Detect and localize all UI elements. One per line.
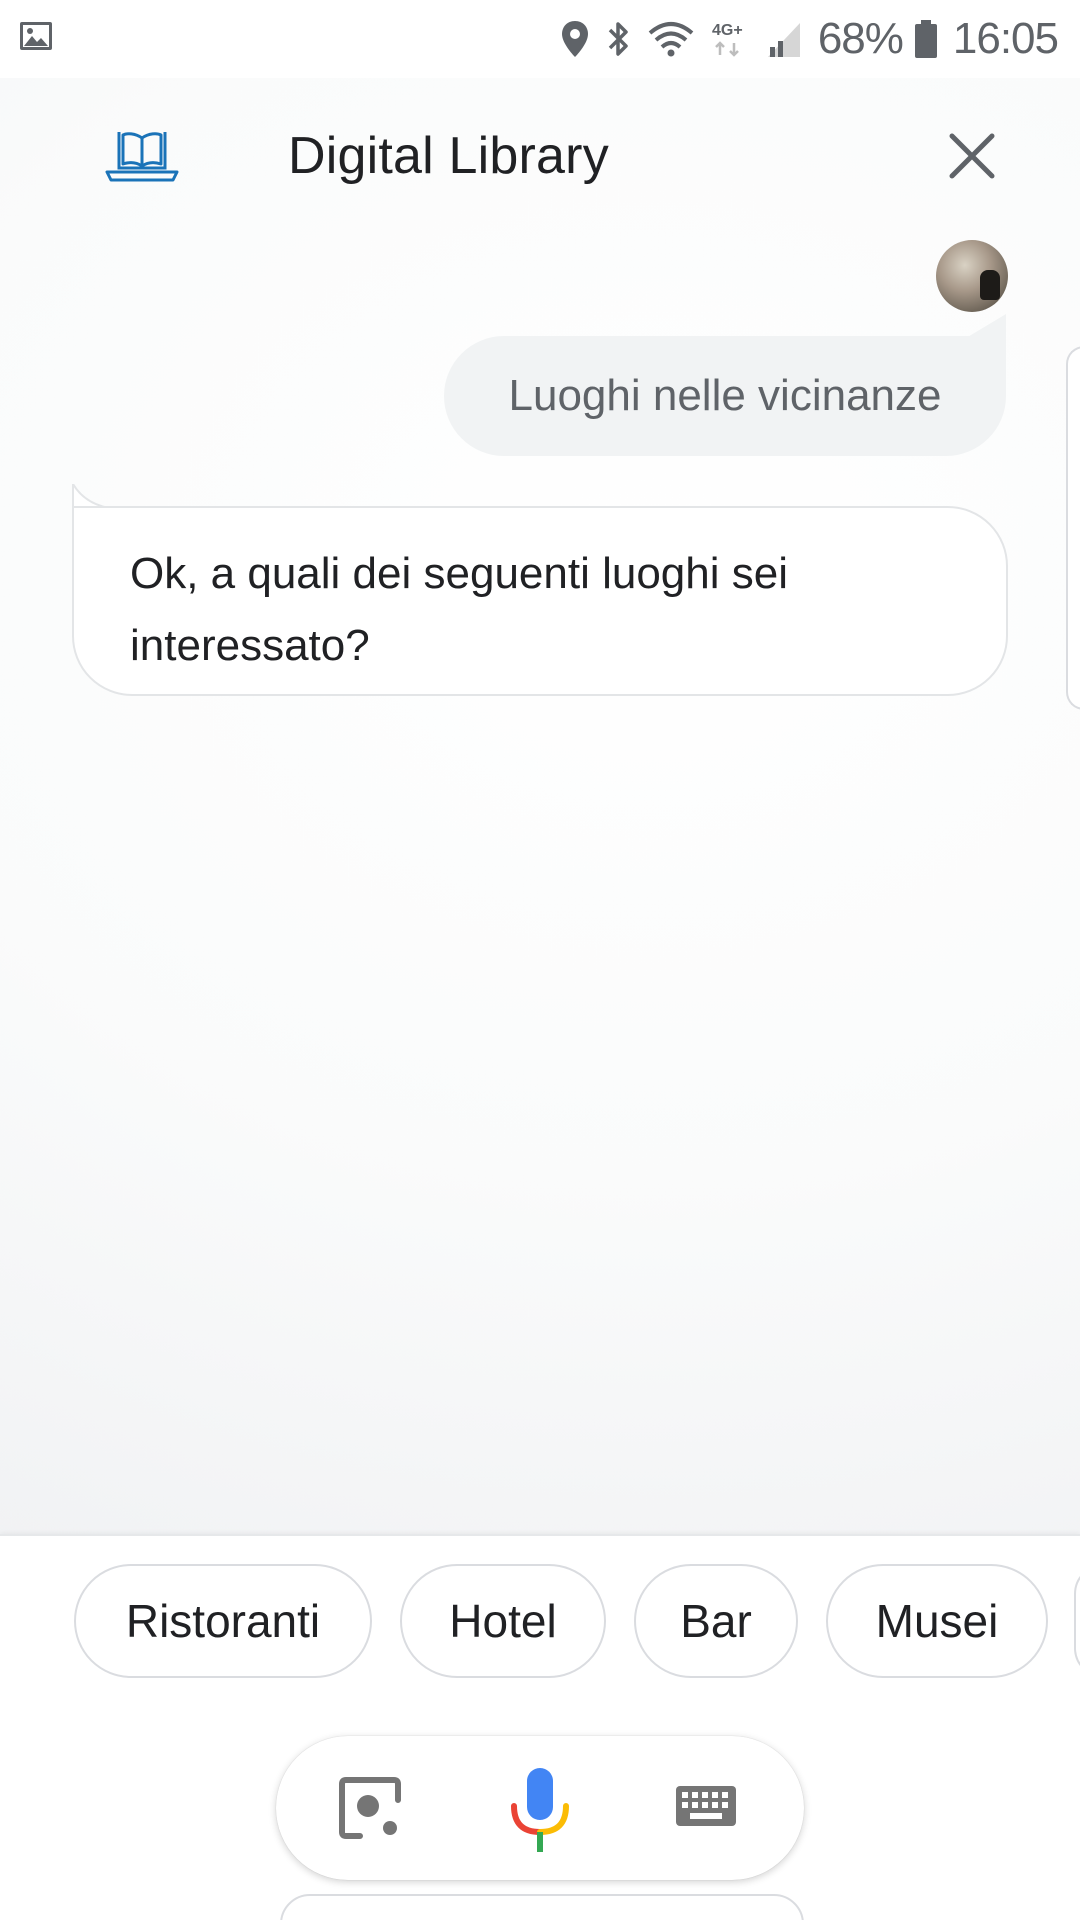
user-bubble-tail <box>966 314 1006 338</box>
suggestion-chip-hotel[interactable]: Hotel <box>400 1564 606 1678</box>
user-avatar <box>936 240 1008 312</box>
microphone-button[interactable] <box>508 1766 572 1854</box>
assistant-message-bubble: Ok, a quali dei seguenti luoghi sei inte… <box>72 506 1008 696</box>
book-laptop-icon <box>105 132 179 182</box>
lens-icon <box>339 1777 401 1839</box>
app-header: Digital Library <box>0 78 1080 238</box>
user-message-bubble: Luoghi nelle vicinanze <box>444 314 1006 456</box>
keyboard-button[interactable] <box>674 1782 738 1830</box>
keyboard-icon <box>676 1786 736 1826</box>
microphone-icon <box>511 1768 569 1852</box>
lens-button[interactable] <box>338 1776 402 1840</box>
suggestion-chip-ristoranti[interactable]: Ristoranti <box>74 1564 372 1678</box>
assistant-input-bar <box>276 1736 804 1880</box>
battery-percentage: 68% <box>817 14 904 63</box>
location-icon <box>561 21 588 57</box>
gallery-icon <box>20 22 52 50</box>
suggestion-chip-bar[interactable]: Bar <box>634 1564 798 1678</box>
network-4g-icon: 4G+ <box>712 22 743 57</box>
suggestion-chip-musei[interactable]: Musei <box>826 1564 1048 1678</box>
bluetooth-icon <box>608 22 628 56</box>
app-title: Digital Library <box>288 127 609 185</box>
close-button[interactable] <box>944 128 1000 184</box>
assistant-message-text: Ok, a quali dei seguenti luoghi sei inte… <box>130 549 788 670</box>
user-message-text: Luoghi nelle vicinanze <box>508 371 942 420</box>
network-type-label: 4G+ <box>712 22 743 39</box>
status-icons: 4G+ 68% 16:05 <box>560 8 1059 70</box>
suggestion-chip-more[interactable] <box>1074 1564 1080 1678</box>
wifi-icon <box>648 22 694 57</box>
side-card-peek[interactable] <box>1066 346 1080 710</box>
bottom-panel-peek <box>280 1894 804 1920</box>
signal-icon <box>767 23 800 57</box>
battery-icon <box>914 20 937 58</box>
clock: 16:05 <box>952 14 1059 63</box>
status-bar: 4G+ 68% 16:05 <box>0 0 1080 78</box>
close-icon <box>949 133 995 179</box>
